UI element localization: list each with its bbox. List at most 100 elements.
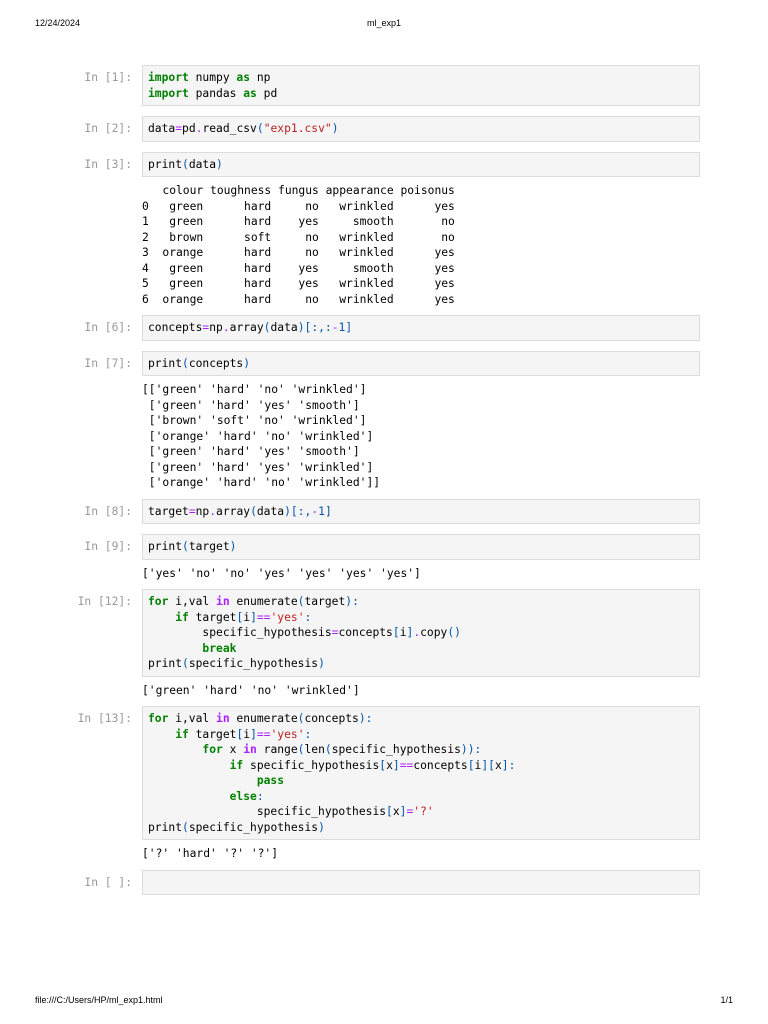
code-token: concepts xyxy=(188,356,244,370)
code-line: print(concepts) xyxy=(148,356,694,372)
code-token: in xyxy=(216,712,230,725)
notebook-cell: In [7]: print(concepts) xyxy=(0,350,768,376)
code-token: pandas xyxy=(188,86,244,100)
code-token: [ xyxy=(392,626,400,639)
document-title: ml_exp1 xyxy=(366,18,402,28)
code-token: range xyxy=(256,743,298,756)
code-token: specific_hypothesis xyxy=(188,657,319,670)
code-token: ) xyxy=(243,356,251,370)
code-token: 'yes' xyxy=(270,610,305,624)
code-line: if target[i]=='yes': xyxy=(148,727,694,743)
code-token: target xyxy=(188,727,237,741)
code-token: x xyxy=(392,805,400,818)
file-path: file:///C:/Users/HP/ml_exp1.html xyxy=(35,995,163,1005)
code-input[interactable]: import numpy as np import pandas as pd xyxy=(142,65,700,106)
code-token: len xyxy=(304,743,325,756)
code-line: print(specific_hypothesis) xyxy=(148,656,694,672)
code-input[interactable] xyxy=(142,869,700,895)
code-line: concepts=np.array(data)[:,:-1] xyxy=(148,320,694,336)
code-token: import xyxy=(148,71,189,84)
code-token: data xyxy=(188,157,217,171)
code-token: import xyxy=(148,86,189,100)
code-token: ( xyxy=(182,540,189,553)
code-input[interactable]: for i,val in enumerate(target): if targe… xyxy=(142,589,700,677)
code-token: target xyxy=(148,504,189,518)
code-input[interactable]: concepts=np.array(data)[:,:-1] xyxy=(142,315,700,341)
code-token: ( xyxy=(182,157,189,171)
code-token: i,val xyxy=(168,712,217,725)
code-line: if target[i]=='yes': xyxy=(148,610,694,626)
cell-output: ['green' 'hard' 'no' 'wrinkled'] xyxy=(142,683,360,697)
code-line: import pandas as pd xyxy=(148,86,694,102)
code-token: () xyxy=(447,626,461,639)
code-line: print(data) xyxy=(148,157,694,173)
code-token: np xyxy=(209,321,223,334)
code-token: ( xyxy=(324,743,332,756)
code-input[interactable]: print(concepts) xyxy=(142,350,700,376)
code-token: print xyxy=(148,820,183,834)
code-token: else xyxy=(229,789,257,803)
code-token: data xyxy=(256,504,285,518)
code-token: [ xyxy=(467,758,475,772)
cell-prompt: In [3]: xyxy=(84,157,132,171)
code-token: enumerate xyxy=(229,712,298,725)
code-token: data xyxy=(148,122,176,135)
code-line: pass xyxy=(148,773,694,789)
code-token: pass xyxy=(256,774,285,787)
notebook-cell: In [8]: target=np.array(data)[:,-1] xyxy=(0,498,768,524)
code-input[interactable]: print(data) xyxy=(142,151,700,177)
code-line: specific_hypothesis=concepts[i].copy() xyxy=(148,625,694,641)
code-token: concepts xyxy=(148,321,203,334)
code-token: ][ xyxy=(481,758,495,772)
code-token: specific_hypothesis xyxy=(243,758,380,772)
code-line: target=np.array(data)[:,-1] xyxy=(148,504,694,520)
code-token: target xyxy=(304,595,346,608)
code-token: i xyxy=(399,626,407,639)
code-token: == xyxy=(256,727,271,741)
code-token: ] xyxy=(250,610,257,624)
cell-prompt: In [1]: xyxy=(84,71,132,84)
code-token: break xyxy=(202,641,237,655)
code-line: else: xyxy=(148,789,694,805)
code-input[interactable]: print(target) xyxy=(142,534,700,560)
code-token: np xyxy=(195,504,210,518)
notebook-cell: In [1]: import numpy as np import pandas a… xyxy=(0,65,768,106)
code-token: concepts xyxy=(338,626,393,639)
code-token: ) xyxy=(331,122,339,135)
code-token: : xyxy=(304,727,312,741)
code-token: ): xyxy=(345,595,359,608)
code-input[interactable]: for i,val in enumerate(concepts): if tar… xyxy=(142,706,700,840)
code-token: ) xyxy=(284,504,291,518)
notebook-cell: In [3]: print(data) xyxy=(0,151,768,177)
cell-output: ['yes' 'no' 'no' 'yes' 'yes' 'yes' 'yes'… xyxy=(142,566,421,580)
code-token: target xyxy=(188,540,230,553)
code-input[interactable]: data=pd.read_csv("exp1.csv") xyxy=(142,116,700,142)
cell-output: [['green' 'hard' 'no' 'wrinkled'] ['gree… xyxy=(142,383,381,489)
code-token: concepts xyxy=(304,712,359,725)
code-token: ( xyxy=(182,820,189,834)
code-token: ( xyxy=(256,122,264,135)
notebook-cell: In [ ]: xyxy=(0,869,768,895)
code-token: array xyxy=(216,504,251,518)
code-line: if specific_hypothesis[x]==concepts[i][x… xyxy=(148,758,694,774)
code-token: : xyxy=(304,610,312,624)
code-token: == xyxy=(256,610,271,624)
code-token: ( xyxy=(182,657,189,670)
code-token: copy xyxy=(420,626,448,639)
notebook-cell: In [9]: print(target) xyxy=(0,534,768,560)
code-token: ): xyxy=(358,712,373,725)
code-line: print(specific_hypothesis) xyxy=(148,820,694,836)
code-token: specific_hypothesis xyxy=(188,820,319,834)
cell-prompt: In [8]: xyxy=(84,504,132,518)
cell-prompt: In [13]: xyxy=(77,712,132,725)
page-number: 1/1 xyxy=(720,995,733,1005)
code-token: 1 xyxy=(318,504,325,518)
code-token: data xyxy=(270,321,298,334)
code-token: ) xyxy=(318,657,325,670)
code-token: concepts xyxy=(413,758,468,772)
code-input[interactable]: target=np.array(data)[:,-1] xyxy=(142,498,700,524)
cell-prompt: In [ ]: xyxy=(84,875,132,889)
cell-output: colour toughness fungus appearance poiso… xyxy=(142,184,455,306)
code-token: . xyxy=(222,321,230,334)
